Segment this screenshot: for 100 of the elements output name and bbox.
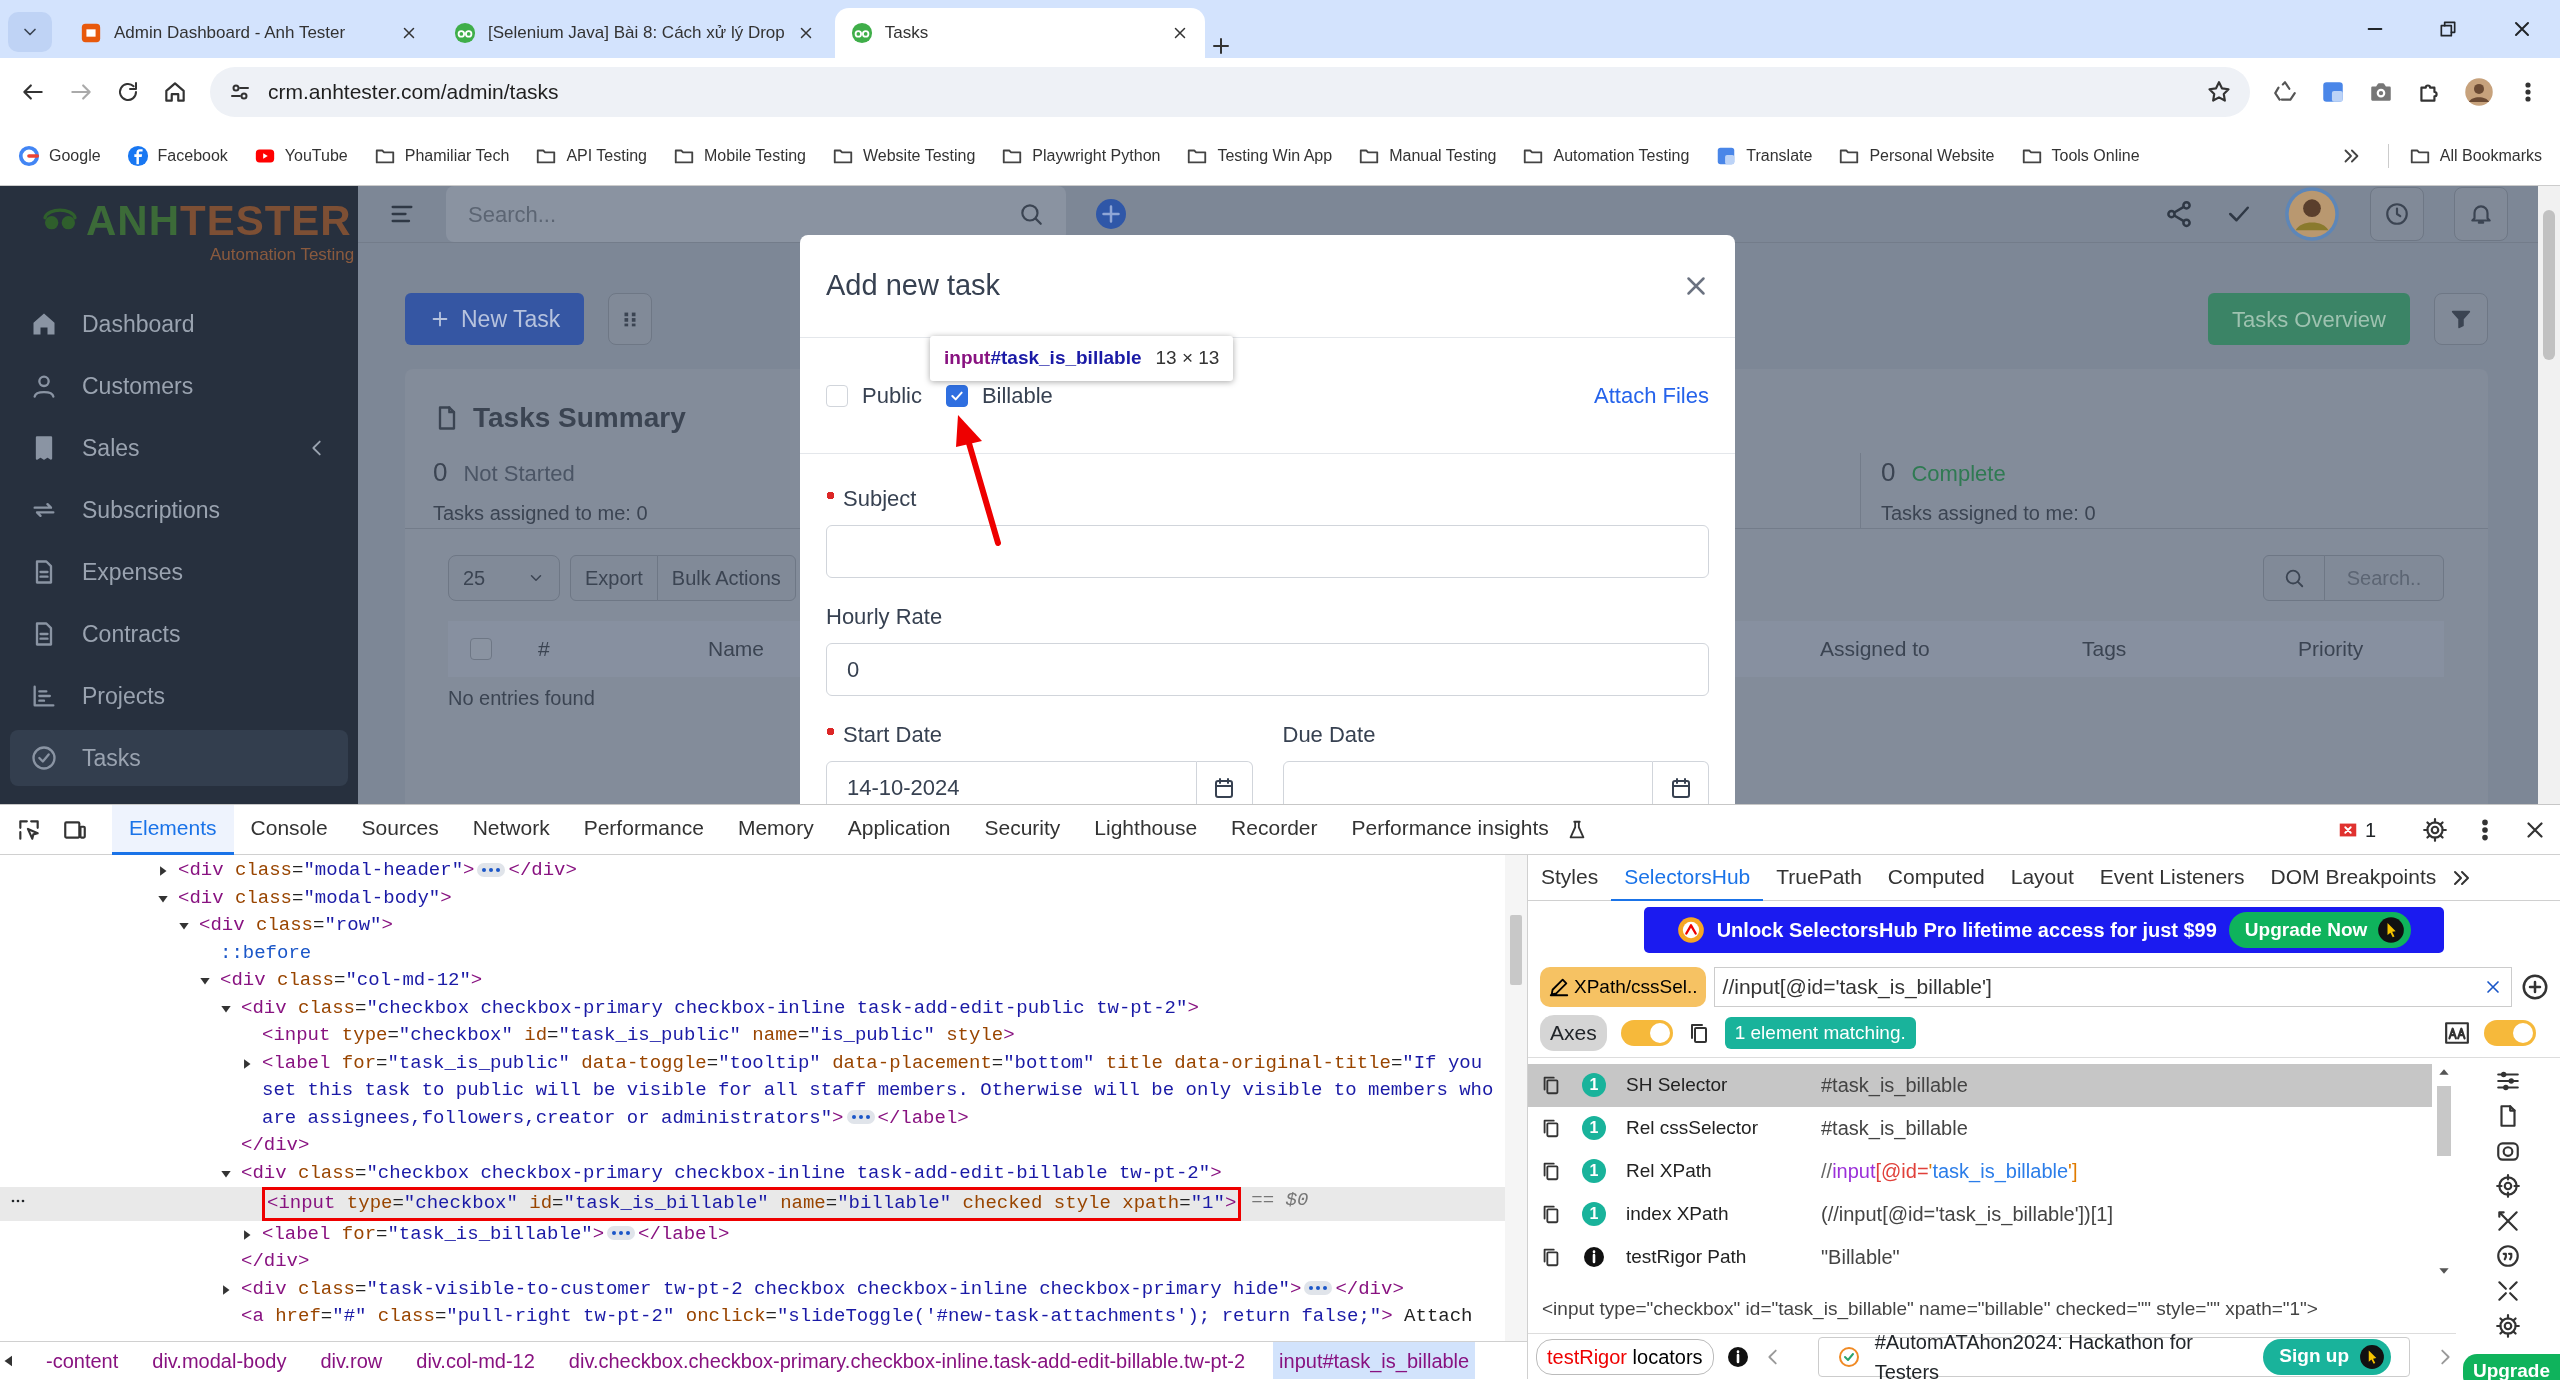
breadcrumb[interactable]: div.modal-body xyxy=(146,1342,293,1379)
bookmark[interactable]: Testing Win App xyxy=(1186,143,1333,168)
dom-node-markup[interactable]: <input type="checkbox" id="task_is_public" name="is_public" style> xyxy=(262,1022,1015,1050)
locators-button[interactable]: testRigor locators xyxy=(1536,1338,1714,1375)
browser-tab[interactable]: [Selenium Java] Bài 8: Cách xử lý Drop xyxy=(438,8,831,58)
dom-node-markup[interactable]: <input type="checkbox" id="task_is_billable" name="billable" checked style xpath="1"> xyxy=(262,1187,1242,1221)
bookmark[interactable]: Playwright Python xyxy=(1001,143,1161,168)
panel-tab[interactable]: Styles xyxy=(1528,854,1612,901)
bookmark[interactable]: Manual Testing xyxy=(1358,143,1497,168)
devtools-tab[interactable]: Memory xyxy=(720,804,831,855)
input-field[interactable]: 0 xyxy=(826,643,1709,696)
filter-button[interactable] xyxy=(2434,293,2488,345)
devtools-tab[interactable]: Console xyxy=(233,804,345,855)
bookmark[interactable]: Website Testing xyxy=(832,143,976,168)
selector-row[interactable]: 1 Rel cssSelector #task_is_billable xyxy=(1528,1106,2432,1150)
bookmark[interactable]: API Testing xyxy=(535,143,647,168)
bookmark[interactable]: Translate xyxy=(1715,143,1813,168)
add-icon[interactable] xyxy=(2520,972,2550,1002)
bookmark[interactable]: Tools Online xyxy=(2020,143,2140,168)
selector-input[interactable]: //input[@id='task_is_billable'] xyxy=(1713,967,2512,1007)
reload-icon[interactable] xyxy=(116,80,140,104)
axes-toggle[interactable] xyxy=(1620,1019,1673,1046)
devtools-tab[interactable]: Elements xyxy=(112,804,234,855)
dom-node-markup[interactable]: <div class="checkbox checkbox-primary checkbox-inline task-add-edit-public tw-pt-2"> xyxy=(241,994,1199,1022)
devtools-tab[interactable]: Recorder xyxy=(1214,804,1335,855)
timer-button[interactable] xyxy=(2370,187,2424,241)
selector-type-button[interactable]: XPath/cssSel.. xyxy=(1540,967,1706,1007)
devtools-tab[interactable]: Sources xyxy=(344,804,456,855)
info-icon[interactable] xyxy=(1725,1344,1750,1369)
bookmark[interactable]: Automation Testing xyxy=(1522,143,1690,168)
dom-node-markup[interactable]: <div class="row"> xyxy=(199,912,393,940)
bookmark[interactable]: Facebook xyxy=(126,143,228,168)
selector-row[interactable]: 1 index XPath (//input[@id='task_is_billable'])[1] xyxy=(1528,1192,2432,1236)
sidebar-item[interactable]: Sales xyxy=(10,420,348,476)
devtools-tab[interactable]: Network xyxy=(455,804,567,855)
sidebar-item[interactable]: Projects xyxy=(10,668,348,724)
dom-node-markup[interactable]: <div class="modal-header"> </div> xyxy=(178,857,577,885)
bookmark-star-icon[interactable] xyxy=(2206,79,2232,105)
breadcrumb[interactable]: -content xyxy=(40,1342,125,1379)
panel-tab[interactable]: Computed xyxy=(1874,854,1998,901)
dom-node-markup[interactable]: <div class="checkbox checkbox-primary checkbox-inline task-add-edit-billable tw-pt-2"> xyxy=(241,1159,1222,1187)
panel-tab[interactable]: Layout xyxy=(1997,854,2087,901)
settings-icon[interactable] xyxy=(2495,1312,2521,1339)
sidebar-item[interactable]: Subscriptions xyxy=(10,482,348,538)
attach-files-link[interactable]: Attach Files xyxy=(1594,379,1709,412)
bookmark[interactable]: YouTube xyxy=(253,143,348,168)
panel-tab[interactable]: Event Listeners xyxy=(2086,854,2258,901)
devtools-tab[interactable]: Performance insights xyxy=(1334,804,1566,855)
bookmark[interactable]: Phamiliar Tech xyxy=(373,143,510,168)
devtools-tab[interactable]: Lighthouse xyxy=(1077,804,1215,855)
checkbox[interactable] xyxy=(945,384,968,407)
panel-tab[interactable]: SelectorsHub xyxy=(1611,854,1764,901)
user-avatar[interactable] xyxy=(2284,186,2340,242)
quote-icon[interactable] xyxy=(2495,1242,2521,1269)
dom-node-markup[interactable]: <div class="task-visible-to-customer tw-pt-2 checkbox checkbox-inline checkbox-primary hide"> </div> xyxy=(241,1275,1404,1303)
sidebar-item[interactable]: Tasks xyxy=(10,730,348,786)
settings-icon[interactable] xyxy=(2422,816,2448,843)
dom-node-markup[interactable]: <a href="#" class="pull-right tw-pt-2" onclick="slideToggle('#new-task-attachments'); return false;"> Attach xyxy=(241,1303,1473,1331)
target-icon[interactable] xyxy=(2495,1172,2521,1199)
scrollbar[interactable] xyxy=(2437,1085,2451,1156)
sidebar-item[interactable]: Dashboard xyxy=(10,296,348,352)
dom-node-markup[interactable]: <label for="task_is_public" data-toggle="tooltip" data-placement="bottom" title data-original-title="If you set this task to public will be visible for all staff members. Otherwise will be only visible to members who are assignees,followers,creator or administrators"> </label> xyxy=(262,1049,1499,1132)
bookmark[interactable]: Personal Website xyxy=(1838,143,1995,168)
devtools-tab[interactable]: Security xyxy=(967,804,1078,855)
pseudo-element[interactable]: ::before xyxy=(220,939,312,967)
bookmark[interactable]: Mobile Testing xyxy=(673,143,806,168)
breadcrumb[interactable]: div.col-md-12 xyxy=(410,1342,541,1379)
bookmark[interactable]: Google xyxy=(18,143,101,168)
input-field[interactable] xyxy=(826,525,1709,578)
selector-row[interactable]: 1 SH Selector #task_is_billable xyxy=(1528,1063,2432,1107)
grid-view-button[interactable] xyxy=(608,293,653,345)
notifications-button[interactable] xyxy=(2454,187,2508,241)
scrollbar[interactable] xyxy=(2543,210,2555,360)
bookmark[interactable]: All Bookmarks xyxy=(2387,143,2542,168)
breadcrumb[interactable]: div.checkbox.checkbox-primary.checkbox-inline.task-add-edit-billable.tw-pt-2 xyxy=(562,1342,1252,1379)
breadcrumb[interactable]: div.row xyxy=(314,1342,389,1379)
new-task-button[interactable]: New Task xyxy=(405,293,585,345)
scrollbar[interactable] xyxy=(1510,915,1522,985)
case-toggle[interactable] xyxy=(2484,1019,2536,1046)
date-field[interactable]: 14-10-2024 xyxy=(826,761,1197,804)
calendar-button[interactable] xyxy=(1653,761,1709,804)
panel-tab[interactable]: TruePath xyxy=(1763,854,1875,901)
breadcrumb[interactable]: input#task_is_billable xyxy=(1273,1342,1476,1379)
sidebar-item[interactable]: Customers xyxy=(10,358,348,414)
error-count[interactable]: 1 xyxy=(2364,814,2376,845)
translate-icon[interactable] xyxy=(2320,79,2346,105)
select-all-checkbox[interactable] xyxy=(470,638,492,660)
browser-tab[interactable]: Admin Dashboard - Anh Tester xyxy=(64,8,434,58)
sidebar-item[interactable]: Contracts xyxy=(10,606,348,662)
restore-icon[interactable] xyxy=(2438,19,2458,39)
dom-node-markup[interactable]: <div class="col-md-12"> xyxy=(220,967,483,995)
selector-row[interactable]: testRigor Path "Billable" xyxy=(1528,1235,2432,1279)
share-icon[interactable] xyxy=(2164,199,2194,229)
profile-avatar[interactable] xyxy=(2464,77,2494,107)
devtools-tab[interactable]: Application xyxy=(830,804,968,855)
dom-node-markup[interactable]: <div class="modal-body"> xyxy=(178,884,452,912)
selector-row[interactable]: 1 Rel XPath //input[@id='task_is_billable'] xyxy=(1528,1149,2432,1193)
calendar-button[interactable] xyxy=(1196,761,1253,804)
case-icon[interactable] xyxy=(2444,1019,2470,1046)
panel-tab[interactable]: DOM Breakpoints xyxy=(2257,854,2450,901)
